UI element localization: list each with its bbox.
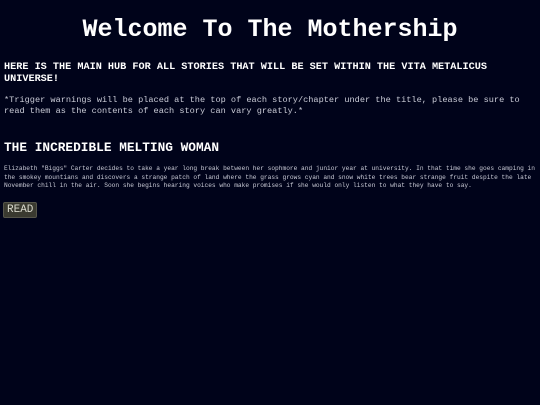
hub-intro-heading: HERE IS THE MAIN HUB FOR ALL STORIES THA… (4, 62, 487, 85)
page: Welcome To The Mothership HERE IS THE MA… (0, 0, 540, 405)
story-summary: Elizabeth "Biggs" Carter decides to take… (4, 165, 535, 189)
page-title: Welcome To The Mothership (82, 15, 458, 44)
story-title: THE INCREDIBLE MELTING WOMAN (4, 140, 220, 155)
trigger-warning-note: *Trigger warnings will be placed at the … (4, 95, 520, 116)
read-button[interactable]: READ (3, 202, 38, 218)
